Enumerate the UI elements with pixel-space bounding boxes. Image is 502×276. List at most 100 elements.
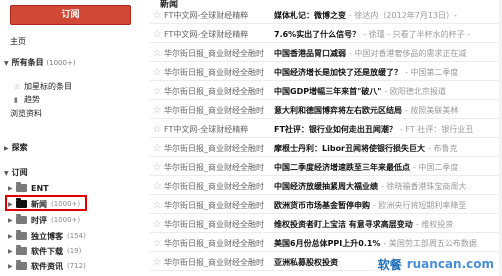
item-source: 华尔街日报_商业财经全融时	[164, 105, 264, 115]
collapse-triangle-icon[interactable]: ▼	[4, 60, 9, 67]
item-snippet: - 徐晓福香港珠宝商周大	[381, 181, 467, 191]
star-icon[interactable]: ☆	[150, 48, 164, 59]
item-row[interactable]: ☆ 华尔街日报_商业财经全融时 意大利和德国博弈将左右欧元区结局 - 按照美联美林	[150, 102, 502, 119]
item-title: 中国经济增长是加快了还是放缓了？	[274, 67, 402, 77]
folder-name: 软件下载	[31, 246, 63, 256]
item-row[interactable]: ☆ FT中文网-全球财经精粹 媒体札记：微博之变 - 徐达内（2012年7月13日）-	[150, 7, 502, 24]
item-snippet: - 欧洲央行将短期利率降至	[373, 200, 467, 210]
sidebar: 订阅 主页 ▼ 所有条目 (1000+) ☆ 加星标的条目 ▮ 趋势 浏览资料 ▶ 探索…	[0, 0, 150, 276]
star-icon[interactable]: ☆	[150, 67, 164, 78]
item-row[interactable]: ☆ 华尔街日报_商业财经全融时 中国香港品胃口减弱 - 中国对香港奢侈品的需求正在减	[150, 45, 502, 62]
watermark-url: ruancan.com	[406, 257, 494, 271]
all-items-link[interactable]: ▼ 所有条目 (1000+)	[4, 57, 76, 68]
item-row[interactable]: ☆ 华尔街日报_商业财经全融时 中国GDP增幅三年来首"破八" - 欧阳德北京报道	[150, 83, 502, 100]
item-title: 7.6%实出了什么信号？	[274, 29, 361, 39]
star-icon[interactable]: ☆	[150, 143, 164, 154]
item-source: FT中文网-全球财经精粹	[164, 124, 249, 134]
item-row[interactable]: ☆ 华尔街日报_商业财经全融时 维权投资者盯上宝洁 有意寻求高层变动 - 维权投资	[150, 216, 502, 233]
item-snippet: - 中国第二季度	[405, 67, 459, 77]
item-row[interactable]: ☆ 华尔街日报_商业财经全融时 中国二季度经济增速跌至三年来最低点 - 中国二季度	[150, 159, 502, 176]
item-snippet: - FT 社评：银行业丑	[399, 124, 474, 134]
expand-triangle-icon[interactable]: ▶	[8, 233, 16, 240]
item-row[interactable]: ☆ FT中文网-全球财经精粹 7.6%实出了什么信号？ - 徐瑾 - 只看了半杯水的杯…	[150, 26, 502, 43]
star-icon[interactable]: ☆	[150, 257, 164, 268]
expand-triangle-icon[interactable]: ▶	[4, 145, 9, 152]
explore-label: 探索	[11, 143, 28, 152]
browse-link[interactable]: 浏览资料	[10, 108, 42, 119]
folder-indie-blogs[interactable]: ▶ 独立博客 (154)	[8, 230, 86, 242]
item-title: 美国6月份总体PPI上升0.1%	[274, 238, 381, 248]
subscriptions-label: 订阅	[11, 168, 28, 177]
item-snippet: - 中国对香港奢侈品的需求正在减	[349, 48, 467, 58]
folder-icon	[16, 182, 27, 192]
item-source: 华尔街日报_商业财经全融时	[164, 67, 264, 77]
item-list: 新闻 ☆ FT中文网-全球财经精粹 媒体札记：微博之变 - 徐达内（2012年7月13…	[150, 0, 502, 276]
trends-label: 趋势	[24, 95, 40, 104]
folder-commentary[interactable]: ▶ 时评 (1000+)	[8, 214, 80, 226]
folder-count: (1000+)	[51, 216, 81, 224]
item-source: 华尔街日报_商业财经全融时	[164, 143, 264, 153]
star-icon: ☆	[14, 83, 21, 91]
item-source: 华尔街日报_商业财经全融时	[164, 238, 264, 248]
item-source: 华尔街日报_商业财经全融时	[164, 86, 264, 96]
folder-name: 独立博客	[31, 231, 63, 241]
folder-icon	[16, 245, 27, 255]
star-icon[interactable]: ☆	[150, 29, 164, 40]
all-items-count: (1000+)	[46, 59, 76, 67]
item-snippet: - 中国二季度	[413, 162, 459, 172]
star-icon[interactable]: ☆	[150, 105, 164, 116]
item-source: 华尔街日报_商业财经全融时	[164, 48, 264, 58]
item-title: 中国二季度经济增速跌至三年来最低点	[274, 162, 410, 172]
starred-items-link[interactable]: ☆ 加星标的条目	[14, 81, 72, 92]
item-title: 中国香港品胃口减弱	[274, 48, 346, 58]
star-icon[interactable]: ☆	[150, 238, 164, 249]
folder-count: (712)	[67, 262, 86, 270]
item-source: FT中文网-全球财经精粹	[164, 29, 249, 39]
star-icon[interactable]: ☆	[150, 86, 164, 97]
item-row[interactable]: ☆ FT中文网-全球财经精粹 FT社评：银行业如何走出丑闻潮？ - FT 社评：银行业…	[150, 121, 502, 138]
watermark-text: 软餐	[377, 257, 402, 272]
folder-count: (154)	[67, 232, 86, 240]
item-row[interactable]: ☆ 华尔街日报_商业财经全融时 美国6月份总体PPI上升0.1% - 美国劳工部周五公…	[150, 235, 502, 252]
item-snippet: - 徐达内（2012年7月13日）-	[349, 10, 457, 20]
star-icon[interactable]: ☆	[150, 181, 164, 192]
item-title: 中国经济放缓抽紧周大福业绩	[274, 181, 378, 191]
expand-triangle-icon[interactable]: ▶	[8, 263, 16, 270]
folder-icon	[16, 260, 27, 270]
folder-count: (19)	[67, 247, 82, 255]
item-snippet: - 美国劳工部周五公布数据	[383, 238, 477, 248]
item-title: 亚洲私募股权投资	[274, 257, 338, 267]
item-snippet: - 布鲁克	[428, 143, 458, 153]
item-source: 华尔街日报_商业财经全融时	[164, 162, 264, 172]
item-row[interactable]: ☆ 华尔街日报_商业财经全融时 中国经济放缓抽紧周大福业绩 - 徐晓福香港珠宝商周大	[150, 178, 502, 195]
collapse-triangle-icon[interactable]: ▼	[4, 170, 9, 177]
item-title: 媒体札记：微博之变	[274, 10, 346, 20]
explore-section[interactable]: ▶ 探索	[4, 142, 28, 153]
star-icon[interactable]: ☆	[150, 124, 164, 135]
star-icon[interactable]: ☆	[150, 219, 164, 230]
folder-icon	[16, 230, 27, 240]
star-icon[interactable]: ☆	[150, 10, 164, 21]
home-link[interactable]: 主页	[10, 36, 26, 47]
folder-software-downloads[interactable]: ▶ 软件下载 (19)	[8, 245, 81, 257]
folder-ent[interactable]: ▶ ENT	[8, 182, 53, 194]
star-icon[interactable]: ☆	[150, 162, 164, 173]
item-row[interactable]: ☆ 华尔街日报_商业财经全融时 摩根士丹利：Libor丑闻将使银行损失巨大 - 布鲁克	[150, 140, 502, 157]
expand-triangle-icon[interactable]: ▶	[8, 248, 16, 255]
selected-folder-highlight	[5, 195, 87, 211]
item-row[interactable]: ☆ 华尔街日报_商业财经全融时 中国经济增长是加快了还是放缓了？ - 中国第二季度	[150, 64, 502, 81]
subscriptions-section[interactable]: ▼ 订阅	[4, 167, 28, 178]
star-icon[interactable]: ☆	[150, 200, 164, 211]
item-snippet: - 徐瑾 - 只看了半杯水的杯子 -	[363, 29, 471, 39]
folder-name: 时评	[31, 215, 47, 225]
trends-link[interactable]: ▮ 趋势	[14, 94, 40, 105]
item-snippet: - 维权投资	[415, 219, 454, 229]
item-source: 华尔街日报_商业财经全融时	[164, 257, 264, 267]
subscribe-button[interactable]: 订阅	[10, 5, 131, 25]
item-title: FT社评：银行业如何走出丑闻潮？	[274, 124, 397, 134]
folder-software-news[interactable]: ▶ 软件资讯 (712)	[8, 260, 86, 272]
item-row[interactable]: ☆ 华尔街日报_商业财经全融时 欧洲货币市场基金暂停申购 - 欧洲央行将短期利率降至	[150, 197, 502, 214]
starred-label: 加星标的条目	[24, 82, 72, 91]
expand-triangle-icon[interactable]: ▶	[8, 217, 16, 224]
expand-triangle-icon[interactable]: ▶	[8, 185, 16, 192]
